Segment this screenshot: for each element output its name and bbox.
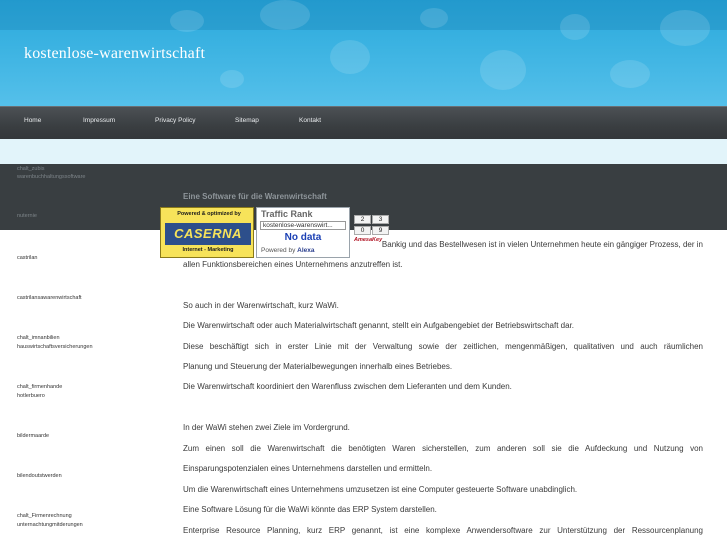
caserna-badge[interactable]: Powered & optimized by CASERNA Internet … bbox=[160, 207, 254, 258]
main-navigation: Home Impressum Privacy Policy Sitemap Ko… bbox=[0, 106, 727, 139]
article-text: Diese beschäftigt sich in erster Linie m… bbox=[183, 342, 703, 351]
badge-top-text: Powered & optimized by bbox=[177, 211, 241, 217]
rank-digits: 2 3 0 9 AmesaKey bbox=[354, 215, 392, 253]
alexa-traffic-widget[interactable]: Powered & optimized by CASERNA Internet … bbox=[160, 207, 392, 258]
article-text: Die Warenwirtschaft koordiniert den Ware… bbox=[183, 382, 512, 391]
sidebar-link[interactable]: castrilan bbox=[17, 254, 167, 263]
traffic-rank-title: Traffic Rank bbox=[261, 209, 313, 219]
sidebar-link[interactable]: castrilansawarenwirtschaft bbox=[17, 294, 167, 303]
article-text: Enterprise Resource Planning, kurz ERP g… bbox=[183, 526, 703, 535]
rank-digit: 3 bbox=[372, 215, 389, 224]
nav-home[interactable]: Home bbox=[24, 117, 41, 124]
rank-digit: 0 bbox=[354, 226, 371, 235]
site-title[interactable]: kostenlose-warenwirtschaft bbox=[24, 45, 205, 63]
header-decoration bbox=[660, 10, 710, 46]
article-heading: Eine Software für die Warenwirtschaft bbox=[183, 192, 327, 201]
header-decoration bbox=[330, 40, 370, 74]
sidebar-link[interactable]: warenbuchhaltungssoftware bbox=[17, 173, 167, 182]
article-text: Einsparungspotenzialen eines Unternehmen… bbox=[183, 464, 433, 473]
sidebar: chalt_zubis warenbuchhaltungssoftware nu… bbox=[0, 164, 170, 545]
article-text: Um die Warenwirtschaft eines Unternehmen… bbox=[183, 485, 578, 494]
sidebar-link[interactable]: nuternie bbox=[17, 212, 167, 221]
nav-impressum[interactable]: Impressum bbox=[83, 117, 115, 124]
article-text: In der WaWi stehen zwei Ziele im Vorderg… bbox=[183, 423, 350, 432]
sidebar-link[interactable]: hotlerbuero bbox=[17, 392, 167, 401]
subheader-band bbox=[0, 139, 727, 164]
header-decoration bbox=[170, 10, 204, 32]
sidebar-link[interactable]: chalt_imnanbilien bbox=[17, 334, 167, 343]
sidebar-link[interactable]: unternachtungmitderungen bbox=[17, 521, 167, 530]
header-top-band bbox=[0, 0, 727, 30]
sidebar-link[interactable]: hauswirtschaftsversicherungen bbox=[17, 343, 167, 352]
sidebar-link[interactable]: bildermaarde bbox=[17, 432, 167, 441]
traffic-rank-domain: kostenlose-warenswirt... bbox=[260, 221, 346, 230]
header-decoration bbox=[260, 0, 310, 30]
traffic-rank-box[interactable]: Traffic Rank kostenlose-warenswirt... No… bbox=[256, 207, 350, 258]
powered-by-alexa: Powered by Alexa bbox=[261, 247, 315, 254]
article-text: Die Warenwirtschaft oder auch Materialwi… bbox=[183, 321, 575, 330]
header-decoration bbox=[610, 60, 650, 88]
sidebar-link[interactable]: chalt_firmenhande bbox=[17, 383, 167, 392]
powered-prefix: Powered by bbox=[261, 247, 296, 254]
caserna-logo: CASERNA bbox=[165, 223, 251, 245]
amesakey-label: AmesaKey bbox=[354, 237, 383, 243]
article-text: allen Funktionsbereichen eines Unternehm… bbox=[183, 260, 403, 269]
site-header: kostenlose-warenwirtschaft bbox=[0, 0, 727, 106]
rank-digit: 2 bbox=[354, 215, 371, 224]
nav-sitemap[interactable]: Sitemap bbox=[235, 117, 259, 124]
rank-digit: 9 bbox=[372, 226, 389, 235]
nav-privacy-policy[interactable]: Privacy Policy bbox=[155, 117, 195, 124]
header-decoration bbox=[480, 50, 526, 90]
sidebar-link[interactable]: bilendoutstwerden bbox=[17, 472, 167, 481]
article-text: Zum einen soll die Warenwirtschaft die b… bbox=[183, 444, 703, 453]
header-decoration bbox=[420, 8, 448, 28]
header-decoration bbox=[560, 14, 590, 40]
traffic-rank-value: No data bbox=[284, 232, 322, 243]
badge-bottom-text: Internet - Marketing bbox=[182, 247, 234, 253]
nav-kontakt[interactable]: Kontakt bbox=[299, 117, 321, 124]
sidebar-link[interactable]: chalt_Firmenrechnung bbox=[17, 512, 167, 521]
article-text: Planung und Steuerung der Materialbewegu… bbox=[183, 362, 453, 371]
alexa-brand: Alexa bbox=[297, 247, 315, 254]
article-text: So auch in der Warenwirtschaft, kurz WaW… bbox=[183, 301, 339, 310]
header-decoration bbox=[220, 70, 244, 88]
article-text: Eine Software Lösung für die WaWi könnte… bbox=[183, 505, 437, 514]
